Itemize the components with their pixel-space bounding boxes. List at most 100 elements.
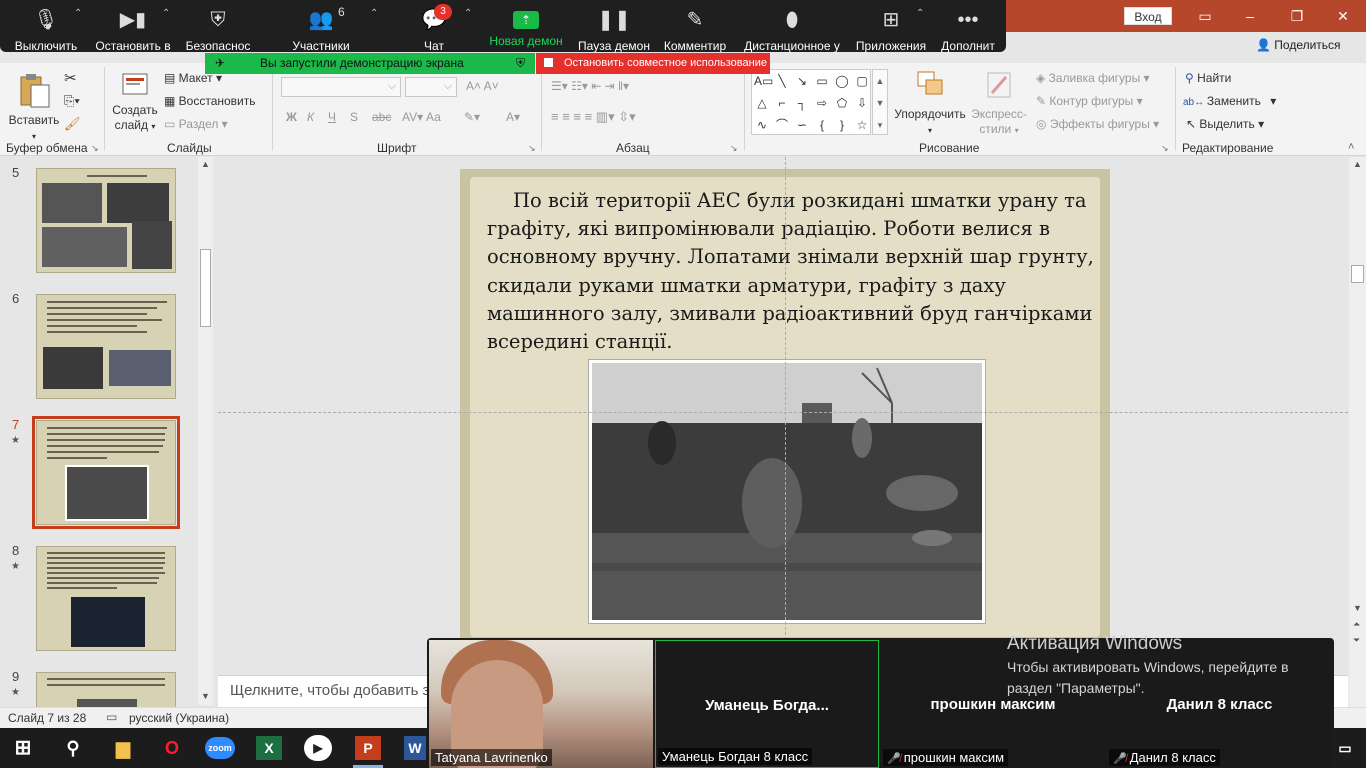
font-color-icon[interactable]: A▾ [506, 110, 520, 124]
underline-button[interactable]: Ч [328, 110, 336, 124]
chevron-up-icon[interactable]: ⌃ [370, 8, 378, 19]
chevron-up-icon[interactable]: ⌃ [916, 8, 924, 19]
remote-control-button[interactable]: ⬮ Дистанционное у [742, 4, 842, 53]
opera-icon[interactable]: O [157, 734, 187, 762]
maximize-icon[interactable]: ❐ [1282, 6, 1312, 26]
down-arrow-shape-icon[interactable]: ⇩ [854, 96, 870, 110]
close-icon[interactable]: ✕ [1328, 6, 1358, 26]
brace-left-shape-icon[interactable]: { [814, 118, 830, 132]
chevron-up-icon[interactable]: ⌃ [464, 8, 472, 19]
slide-thumbnail[interactable] [36, 294, 176, 399]
freeform-shape-icon[interactable]: ∽ [794, 118, 810, 132]
curve-shape-icon[interactable]: ∿ [754, 118, 770, 132]
slide-photo[interactable] [588, 359, 986, 624]
dialog-launcher-icon[interactable]: ↘ [730, 143, 738, 154]
shadow-button[interactable]: S [350, 110, 358, 124]
scroll-up-icon[interactable]: ▲ [201, 159, 210, 169]
right-arrow-shape-icon[interactable]: ⇨ [814, 96, 830, 110]
spellcheck-icon[interactable]: ▭ [106, 710, 117, 724]
media-player-icon[interactable]: ▶ [304, 735, 332, 761]
format-painter-icon[interactable]: 🖌 [64, 116, 81, 132]
scroll-up-icon[interactable]: ▲ [1353, 159, 1362, 169]
elbow-shape-icon[interactable]: ┐ [794, 96, 810, 110]
chevron-up-icon[interactable]: ⌃ [162, 8, 170, 19]
dialog-launcher-icon[interactable]: ↘ [528, 143, 536, 154]
pentagon-shape-icon[interactable]: ⬠ [834, 96, 850, 110]
notifications-icon[interactable]: ▭ [1330, 734, 1360, 762]
participant-video-tile[interactable]: Tatyana Lavrinenko [429, 640, 653, 768]
dialog-launcher-icon[interactable]: ↘ [91, 143, 99, 154]
char-spacing-icon[interactable]: AV▾ [402, 110, 423, 124]
security-button[interactable]: ⛨ Безопаснос [182, 4, 254, 53]
stop-share-button[interactable]: Остановить совместное использование [536, 53, 770, 74]
find-button[interactable]: ⚲ Найти [1185, 71, 1231, 85]
cut-icon[interactable]: ✂ [64, 69, 77, 87]
new-share-button[interactable]: ⇡ Новая демон [484, 4, 568, 50]
bold-button[interactable]: Ж [286, 110, 297, 124]
language-indicator[interactable]: русский (Украина) [129, 711, 229, 725]
align-icons[interactable]: ≡ ≡ ≡ ≡ ▥▾ ⇳▾ [551, 109, 636, 125]
textbox-shape-icon[interactable]: A▭ [754, 74, 773, 88]
change-case-button[interactable]: Аа [426, 110, 441, 124]
arc-shape-icon[interactable]: ⌒ [774, 118, 790, 132]
chevron-up-icon[interactable]: ⌃ [74, 8, 82, 19]
dialog-launcher-icon[interactable]: ↘ [1161, 143, 1169, 154]
shape-fill-button[interactable]: ◈ Заливка фигуры ▾ [1036, 71, 1150, 85]
scroll-down-icon[interactable]: ▼ [1353, 603, 1362, 613]
font-grow-icon[interactable]: A˄ A˅ [466, 79, 499, 93]
mute-button[interactable]: 🎙 Выключить [12, 4, 80, 53]
file-explorer-icon[interactable]: ▆ [108, 734, 138, 762]
minimize-icon[interactable]: – [1235, 6, 1265, 26]
shape-effects-button[interactable]: ◎ Эффекты фигуры ▾ [1036, 117, 1159, 131]
select-button[interactable]: ↖ Выделить ▾ [1186, 117, 1264, 131]
scroll-thumb[interactable] [200, 249, 211, 327]
share-button[interactable]: 👤 Поделиться [1256, 38, 1341, 52]
ribbon-display-icon[interactable]: ▭ [1190, 6, 1220, 26]
thumbnails-scrollbar[interactable]: ▲ ▼ [198, 157, 213, 705]
signin-button[interactable]: Вход [1124, 7, 1172, 25]
notes-placeholder[interactable]: Щелкните, чтобы добавить за [230, 682, 438, 699]
triangle-shape-icon[interactable]: △ [754, 96, 770, 110]
arrange-button[interactable]: Упорядочить ▾ [893, 69, 967, 138]
shape-outline-button[interactable]: ✎ Контур фигуры ▾ [1036, 94, 1143, 108]
bullets-icon[interactable]: ☰▾ ☷▾ ⇤ ⇥ ‖▾ [551, 79, 629, 93]
strikethrough-icon[interactable]: abc [372, 110, 391, 124]
shapes-gallery[interactable]: A▭ ╲ ↘ ▭ ◯ ▢ △ ⌐ ┐ ⇨ ⬠ ⇩ ∿ ⌒ ∽ { } ☆ [751, 69, 871, 135]
arrow-shape-icon[interactable]: ↘ [794, 74, 810, 88]
participant-tile[interactable]: Уманець Богда... Уманець Богдан 8 класс [655, 640, 879, 768]
windows-start-icon[interactable]: ⊞ [8, 734, 38, 762]
reset-button[interactable]: ▦ Восстановить [164, 94, 256, 108]
scroll-down-icon[interactable]: ▼ [201, 691, 210, 701]
new-slide-button[interactable]: Создать слайд ▾ [108, 69, 162, 134]
search-icon[interactable]: ⚲ [58, 734, 88, 762]
powerpoint-icon[interactable]: P [355, 736, 381, 760]
slide-thumbnail[interactable] [36, 546, 176, 651]
paste-button[interactable]: Вставить ▾ [6, 71, 62, 144]
shapes-gallery-scroll[interactable]: ▲ ▼ ▾ [872, 69, 888, 135]
italic-button[interactable]: К [307, 110, 314, 124]
excel-icon[interactable]: X [256, 736, 282, 760]
slide-thumbnail[interactable] [36, 168, 176, 273]
more-button[interactable]: ••• Дополнит [938, 4, 998, 53]
star-shape-icon[interactable]: ☆ [854, 118, 870, 132]
section-button[interactable]: ▭ Раздел ▾ [164, 117, 228, 131]
brace-right-shape-icon[interactable]: } [834, 118, 850, 132]
slide-scrollbar[interactable]: ▲ ▼ ⏶ ⏷ ⊡ [1349, 157, 1366, 720]
scroll-thumb[interactable] [1351, 265, 1364, 283]
connector-shape-icon[interactable]: ⌐ [774, 96, 790, 110]
annotate-button[interactable]: ✎ Комментир [662, 4, 728, 53]
replace-button[interactable]: ab↔ Заменить ▾ [1183, 94, 1276, 108]
slide-thumbnail-selected[interactable] [32, 416, 180, 529]
font-size-select[interactable]: ⌵ [405, 77, 457, 97]
next-slide-icon[interactable]: ⏷ [1353, 635, 1360, 646]
pause-share-button[interactable]: ❚❚ Пауза демон [576, 4, 652, 53]
oval-shape-icon[interactable]: ◯ [834, 74, 850, 88]
quick-styles-button[interactable]: Экспресс- стили ▾ [968, 69, 1030, 138]
word-icon[interactable]: W [404, 736, 426, 760]
slide-thumbnail[interactable] [36, 672, 176, 708]
slide-body-text[interactable]: По всій території АЕС були розкидані шма… [487, 187, 1099, 356]
previous-slide-icon[interactable]: ⏶ [1353, 619, 1360, 630]
font-family-select[interactable]: ⌵ [281, 77, 401, 97]
rectangle-shape-icon[interactable]: ▭ [814, 74, 830, 88]
highlight-icon[interactable]: ✎▾ [464, 110, 480, 124]
